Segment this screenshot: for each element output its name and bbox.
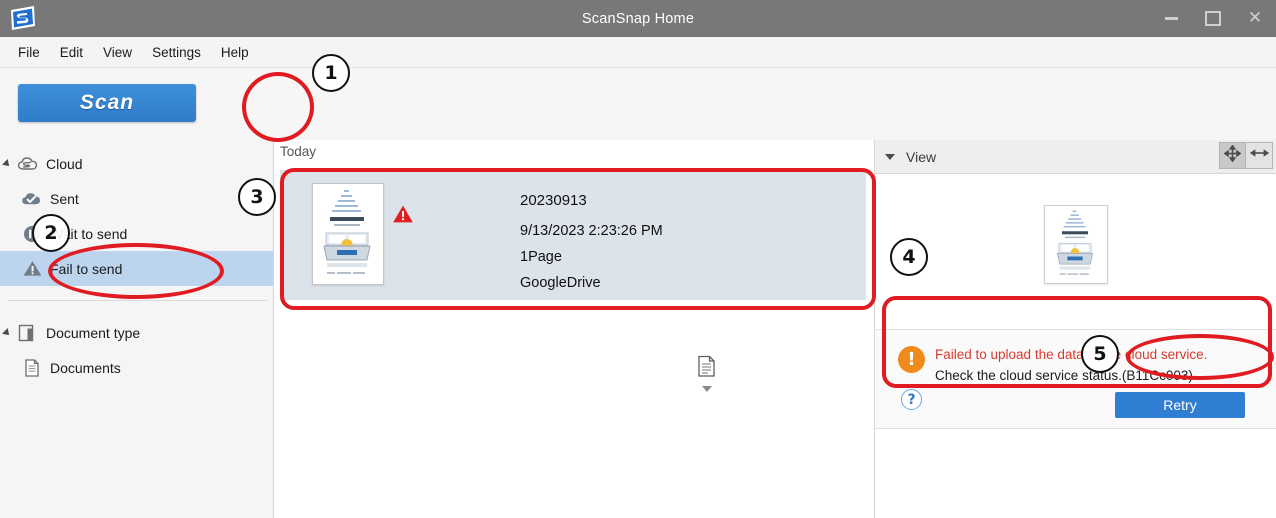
retry-button[interactable]: Retry <box>1115 392 1245 418</box>
document-list-item[interactable]: 20230913 9/13/2023 2:23:26 PM 1Page Goog… <box>280 170 866 392</box>
error-panel: ! ? Failed to upload the data to the clo… <box>875 329 1276 429</box>
item-type-icon-column <box>695 355 719 392</box>
cloud-icon <box>14 155 42 172</box>
sidebar-item-wait-to-send[interactable]: Wait to send <box>0 216 273 251</box>
view-panel-buttons <box>1219 142 1273 169</box>
sidebar-item-wait-to-send-label: Wait to send <box>50 225 128 242</box>
menu-item-file[interactable]: File <box>8 42 50 63</box>
chevron-down-icon[interactable] <box>702 386 712 392</box>
menu-item-settings[interactable]: Settings <box>142 42 211 63</box>
scan-button[interactable]: Scan <box>18 84 196 122</box>
sidebar-item-documents[interactable]: Documents <box>0 350 273 385</box>
document-title: 20230913 <box>520 192 587 209</box>
fit-width-button[interactable] <box>1246 142 1273 169</box>
pause-icon <box>18 224 46 244</box>
expand-caret-icon[interactable] <box>0 327 14 338</box>
sidebar-item-sent-label: Sent <box>50 190 79 207</box>
sidebar-group-document-type[interactable]: Document type <box>0 315 273 350</box>
sidebar-item-fail-to-send-label: Fail to send <box>50 260 123 277</box>
scanner-document-thumbnail <box>312 183 384 285</box>
sidebar: Cloud Sent Wait to send Fail to send Doc… <box>0 140 274 518</box>
document-datetime: 9/13/2023 2:23:26 PM <box>520 223 663 239</box>
document-type-icon <box>14 323 42 343</box>
alert-circle-icon: ! <box>898 346 925 373</box>
item-warning-triangle-icon <box>392 204 414 229</box>
error-message-line2: Check the cloud service status.(B11Cc003… <box>935 368 1193 383</box>
menu-item-help[interactable]: Help <box>211 42 259 63</box>
view-panel: View ! ? Failed to upload the data to th… <box>875 140 1276 518</box>
maximize-button[interactable] <box>1192 0 1234 37</box>
sidebar-item-fail-to-send[interactable]: Fail to send <box>0 251 273 286</box>
sidebar-group-document-type-label: Document type <box>46 324 141 341</box>
sidebar-divider <box>8 300 267 301</box>
scan-button-label: Scan <box>79 91 135 114</box>
list-section-header: Today <box>274 140 874 169</box>
view-panel-header: View <box>875 140 1276 174</box>
window-controls: ✕ <box>1150 0 1276 37</box>
sidebar-item-sent[interactable]: Sent <box>0 181 273 216</box>
document-item-metadata: 20230913 9/13/2023 2:23:26 PM 1Page Goog… <box>520 188 663 296</box>
error-message-line1: Failed to upload the data to the cloud s… <box>935 347 1208 362</box>
minimize-button[interactable] <box>1150 0 1192 37</box>
document-icon <box>696 355 718 384</box>
pan-tool-button[interactable] <box>1219 142 1246 169</box>
expand-caret-icon[interactable] <box>0 158 14 169</box>
scanner-document-thumbnail[interactable] <box>1043 205 1108 284</box>
horizontal-resize-icon <box>1249 146 1269 165</box>
title-bar: ScanSnap Home ✕ <box>0 0 1276 37</box>
document-icon <box>18 358 46 378</box>
move-arrows-icon <box>1223 143 1242 167</box>
close-button[interactable]: ✕ <box>1234 0 1276 37</box>
menu-item-edit[interactable]: Edit <box>50 42 93 63</box>
sidebar-item-documents-label: Documents <box>50 359 121 376</box>
scansnap-home-window: ScanSnap Home ✕ File Edit View Settings … <box>0 0 1276 518</box>
document-pages: 1Page <box>520 249 562 265</box>
sidebar-group-cloud-label: Cloud <box>46 155 83 172</box>
chevron-down-icon[interactable] <box>885 153 895 160</box>
help-question-icon[interactable]: ? <box>901 389 922 410</box>
view-panel-title: View <box>906 148 937 165</box>
retry-button-label: Retry <box>1163 397 1197 413</box>
preview-area <box>875 174 1276 329</box>
warning-triangle-icon <box>18 259 46 278</box>
document-destination: GoogleDrive <box>520 275 601 291</box>
sidebar-group-cloud[interactable]: Cloud <box>0 146 273 181</box>
menu-item-view[interactable]: View <box>93 42 142 63</box>
sent-check-cloud-icon <box>18 190 46 208</box>
toolbar: Scan ! <box>0 68 1276 190</box>
menu-bar: File Edit View Settings Help <box>0 37 1276 68</box>
window-title: ScanSnap Home <box>581 10 695 27</box>
document-list-pane: Today 20230913 9/13/2023 2:23:26 PM 1Pag… <box>274 140 875 518</box>
